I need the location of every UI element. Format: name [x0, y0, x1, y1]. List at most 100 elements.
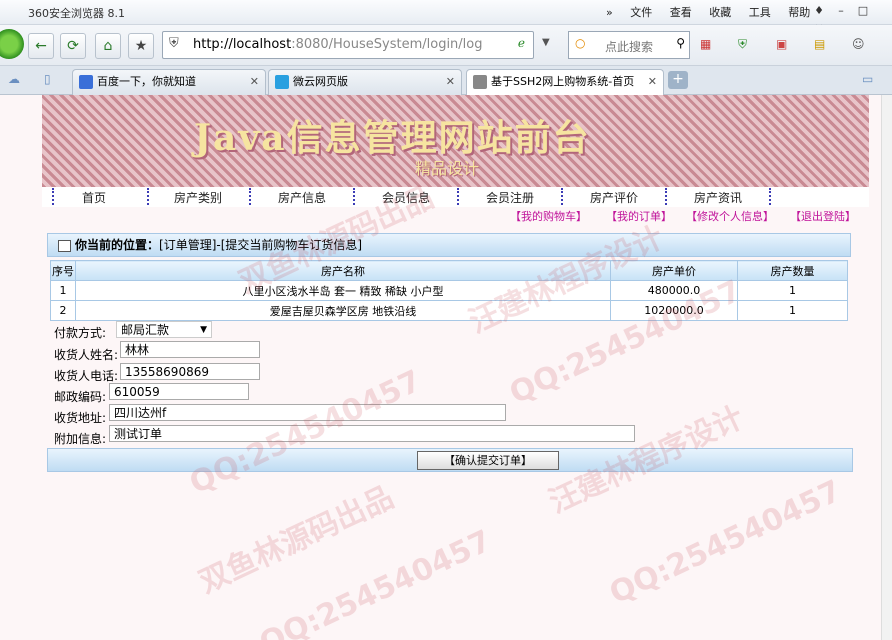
link-edit-profile[interactable]: 【修改个人信息】 — [686, 208, 774, 224]
site-banner: Java信息管理网站前台 精品设计 — [42, 95, 869, 187]
search-box[interactable]: ○ 点此搜索 ⚲ — [568, 31, 690, 59]
app-title: 360安全浏览器 8.1 — [28, 7, 125, 20]
submit-bar: 【确认提交订单】 — [47, 448, 853, 472]
page-content: Java信息管理网站前台 精品设计 首页 房产类别 房产信息 会员信息 会员注册… — [0, 95, 892, 640]
cart-table: 序号 房产名称 房产单价 房产数量 1 八里小区浅水半岛 套一 精致 稀缺 小户… — [50, 260, 848, 321]
nav-member-info[interactable]: 会员信息 — [382, 189, 430, 206]
receiver-phone-input[interactable]: 13558690869 — [120, 363, 260, 380]
cell-quantity: 1 — [737, 280, 848, 301]
menu-favorites[interactable]: 收藏 — [709, 6, 731, 19]
baidu-icon — [79, 75, 93, 89]
col-house-name: 房产名称 — [75, 260, 611, 281]
extension-icon[interactable]: ▤ — [814, 37, 825, 51]
cell-house-name: 爱屋吉屋贝森学区房 地铁沿线 — [75, 300, 611, 321]
note-input[interactable]: 测试订单 — [109, 425, 635, 442]
tab-label: 基于SSH2网上购物系统-首页 — [491, 75, 635, 88]
payment-selected-value: 邮局汇款 — [121, 323, 170, 337]
note-label: 附加信息: — [54, 432, 107, 446]
tab-label: 微云网页版 — [293, 75, 348, 88]
skin-icon[interactable]: ♦ — [808, 2, 830, 20]
nav-house-news[interactable]: 房产资讯 — [694, 189, 742, 206]
nav-member-register[interactable]: 会员注册 — [486, 189, 534, 206]
refresh-button[interactable]: ⟳ — [60, 33, 86, 59]
address-bar[interactable]: ⛨ http://localhost:8080/HouseSystem/logi… — [162, 31, 534, 59]
address-label: 收货地址: — [54, 411, 107, 425]
page-scrollbar[interactable] — [881, 95, 892, 640]
chevron-down-icon: ▼ — [200, 325, 207, 335]
tab-baidu[interactable]: 百度一下，你就知道 ✕ — [72, 69, 266, 95]
close-tab-icon[interactable]: ✕ — [446, 70, 455, 94]
menu-help[interactable]: 帮助 — [788, 6, 810, 19]
tab-weiyun[interactable]: 微云网页版 ✕ — [268, 69, 462, 95]
menu-chevron-icon[interactable]: » — [606, 6, 613, 19]
security-icon[interactable]: ⛨ — [738, 37, 747, 52]
banner-title: Java信息管理网站前台 — [194, 117, 591, 159]
table-row: 1 八里小区浅水半岛 套一 精致 稀缺 小户型 480000.0 1 — [50, 280, 848, 301]
browser-logo-icon — [0, 29, 24, 59]
order-panel: 你当前的位置：[订单管理]-[提交当前购物车订货信息] 序号 房产名称 房产单价… — [47, 233, 851, 321]
nav-separator — [457, 188, 461, 205]
nav-separator — [52, 188, 56, 205]
tab-label: 百度一下，你就知道 — [97, 75, 196, 88]
location-path: [订单管理]-[提交当前购物车订货信息] — [159, 238, 363, 252]
page-icon — [473, 75, 487, 89]
nav-home[interactable]: 首页 — [82, 189, 106, 206]
menu-tools[interactable]: 工具 — [749, 6, 771, 19]
shield-icon: ⛨ — [169, 36, 179, 51]
cell-unit-price: 480000.0 — [610, 280, 738, 301]
payment-select[interactable]: 邮局汇款 ▼ — [116, 321, 212, 338]
maximize-button[interactable]: □ — [852, 2, 874, 20]
confirm-order-button[interactable]: 【确认提交订单】 — [417, 451, 559, 470]
close-tab-icon[interactable]: ✕ — [648, 70, 657, 94]
search-placeholder: 点此搜索 — [605, 40, 654, 54]
nav-house-review[interactable]: 房产评价 — [590, 189, 638, 206]
cell-index: 2 — [50, 300, 76, 321]
favorite-star-icon[interactable]: ★ — [128, 33, 154, 59]
nav-house-info[interactable]: 房产信息 — [278, 189, 326, 206]
search-engine-icon: ○ — [575, 36, 586, 50]
home-button[interactable]: ⌂ — [95, 33, 121, 59]
cloud-icon[interactable]: ☁ — [8, 72, 20, 86]
browser-titlebar: 360安全浏览器 8.1 » 文件 查看 收藏 工具 帮助 ♦–□✕ — [0, 0, 892, 35]
address-input[interactable]: 四川达州f — [109, 404, 506, 421]
payment-label: 付款方式: — [54, 326, 107, 340]
watermark-text: QQ:254540457 — [254, 523, 497, 640]
nav-house-category[interactable]: 房产类别 — [174, 189, 222, 206]
main-nav: 首页 房产类别 房产信息 会员信息 会员注册 房产评价 房产资讯 — [42, 187, 869, 207]
nav-separator — [665, 188, 669, 205]
banner-subtitle: 精品设计 — [415, 159, 480, 178]
apps-icon[interactable]: ▦ — [700, 37, 711, 51]
search-icon[interactable]: ⚲ — [676, 36, 685, 50]
col-index: 序号 — [50, 260, 76, 281]
nav-separator — [769, 188, 773, 205]
zip-input[interactable]: 610059 — [109, 383, 249, 400]
weiyun-icon — [275, 75, 289, 89]
menu-view[interactable]: 查看 — [670, 6, 692, 19]
tab-bar: ☁ ▯ 百度一下，你就知道 ✕ 微云网页版 ✕ 基于SSH2网上购物系统-首页 ✕ +… — [0, 66, 892, 95]
restore-tab-icon[interactable]: ▭ — [862, 72, 873, 86]
col-quantity: 房产数量 — [737, 260, 848, 281]
nav-separator — [561, 188, 565, 205]
menu-file[interactable]: 文件 — [630, 6, 652, 19]
tab-shop-home[interactable]: 基于SSH2网上购物系统-首页 ✕ — [466, 69, 664, 95]
link-my-orders[interactable]: 【我的订单】 — [606, 208, 672, 224]
col-unit-price: 房产单价 — [610, 260, 738, 281]
watermark-text: 双鱼林源码出品 — [193, 479, 400, 601]
table-header-row: 序号 房产名称 房产单价 房产数量 — [50, 260, 848, 281]
receiver-name-input[interactable]: 林林 — [120, 341, 260, 358]
close-tab-icon[interactable]: ✕ — [250, 70, 259, 94]
user-icon[interactable]: ☺ — [852, 37, 865, 51]
dropdown-icon[interactable]: ▼ — [542, 37, 550, 48]
back-button[interactable]: ← — [28, 33, 54, 59]
sidebar-icon[interactable]: ▯ — [44, 72, 51, 86]
adblock-icon[interactable]: ▣ — [776, 37, 787, 51]
link-logout[interactable]: 【退出登陆】 — [790, 208, 856, 224]
new-tab-button[interactable]: + — [668, 71, 688, 89]
minimize-button[interactable]: – — [830, 2, 852, 20]
nav-separator — [147, 188, 151, 205]
location-label: 你当前的位置： — [75, 238, 160, 252]
receiver-phone-label: 收货人电话: — [54, 369, 119, 383]
ie-mode-icon[interactable]: ℯ — [518, 36, 525, 50]
link-my-cart[interactable]: 【我的购物车】 — [510, 208, 587, 224]
user-links: 【我的购物车】 【我的订单】 【修改个人信息】 【退出登陆】 — [0, 208, 892, 224]
